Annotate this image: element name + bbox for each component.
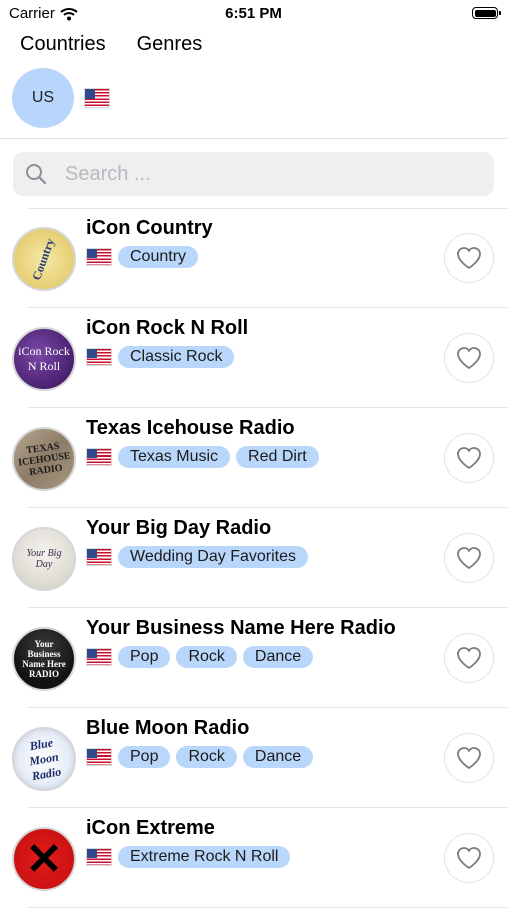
station-logo: Country <box>12 227 76 291</box>
station-meta: Texas Music Red Dirt <box>86 446 319 468</box>
station-logo-text: Country <box>29 236 58 282</box>
us-flag-icon <box>86 248 112 266</box>
station-row[interactable]: iCon Rock N Roll iCon Rock N Roll Classic … <box>0 308 507 408</box>
heart-icon <box>457 547 481 569</box>
station-logo: TEXAS ICEHOUSE RADIO <box>12 427 76 491</box>
favorite-button[interactable] <box>444 333 494 383</box>
station-name: iCon Rock N Roll <box>86 317 249 339</box>
genre-tag[interactable]: Dance <box>242 646 314 668</box>
station-meta: Country <box>86 246 199 268</box>
genre-tag[interactable]: Country <box>118 246 199 268</box>
station-logo-text: TEXAS ICEHOUSE RADIO <box>17 440 71 478</box>
favorite-button[interactable] <box>444 733 494 783</box>
station-row[interactable]: Your Business Name Here RADIO Your Busine… <box>0 608 507 708</box>
station-logo-text: Blue Moon Radio <box>28 734 63 783</box>
station-logo-text: iCon Rock N Roll <box>18 344 70 373</box>
country-chip-us[interactable]: US <box>12 68 74 128</box>
genre-tag[interactable]: Texas Music <box>118 446 231 468</box>
search-icon <box>26 164 47 185</box>
favorite-button[interactable] <box>444 433 494 483</box>
favorite-button[interactable] <box>444 833 494 883</box>
genre-tag[interactable]: Dance <box>242 746 314 768</box>
search-bar <box>13 152 494 196</box>
station-logo: Blue Moon Radio <box>12 727 76 791</box>
station-row[interactable]: TEXAS ICEHOUSE RADIO Texas Icehouse Radio… <box>0 408 507 508</box>
station-logo-text: Your Business Name Here RADIO <box>22 639 66 679</box>
station-name: Your Big Day Radio <box>86 517 272 539</box>
station-name: Blue Moon Radio <box>86 717 250 739</box>
genre-tag[interactable]: Wedding Day Favorites <box>118 546 308 568</box>
station-name: iCon Extreme <box>86 817 215 839</box>
divider <box>0 138 507 139</box>
heart-icon <box>457 847 481 869</box>
heart-icon <box>457 447 481 469</box>
heart-icon <box>457 247 481 269</box>
station-name: Texas Icehouse Radio <box>86 417 295 439</box>
station-row[interactable]: Blue Moon Radio Blue Moon Radio Pop Rock Dan… <box>0 708 507 808</box>
us-flag-icon <box>86 548 112 566</box>
station-meta: Pop Rock Dance <box>86 746 314 768</box>
battery-icon <box>472 7 501 19</box>
station-logo: Your Big Day <box>12 527 76 591</box>
station-meta: Pop Rock Dance <box>86 646 314 668</box>
station-meta: Wedding Day Favorites <box>86 546 308 568</box>
status-time: 6:51 PM <box>225 5 282 22</box>
genre-tag[interactable]: Pop <box>118 646 171 668</box>
heart-icon <box>457 647 481 669</box>
station-logo: ✕ <box>12 827 76 891</box>
us-flag-icon <box>86 448 112 466</box>
status-bar: Carrier 6:51 PM <box>0 0 507 28</box>
genre-tag[interactable]: Rock <box>176 746 237 768</box>
station-row[interactable]: Your Big Day Your Big Day Radio Wedding Da… <box>0 508 507 608</box>
station-row[interactable]: Country iCon Country Country <box>0 208 507 308</box>
favorite-button[interactable] <box>444 533 494 583</box>
favorite-button[interactable] <box>444 233 494 283</box>
station-logo: Your Business Name Here RADIO <box>12 627 76 691</box>
station-logo-text: Your Big Day <box>26 548 62 570</box>
heart-icon <box>457 747 481 769</box>
station-meta: Classic Rock <box>86 346 235 368</box>
station-row[interactable]: ✕ iCon Extreme Extreme Rock N Roll <box>0 808 507 908</box>
genre-tag[interactable]: Rock <box>176 646 237 668</box>
us-flag-icon <box>86 848 112 866</box>
genre-tag[interactable]: Extreme Rock N Roll <box>118 846 291 868</box>
station-meta: Extreme Rock N Roll <box>86 846 291 868</box>
genre-tag[interactable]: Pop <box>118 746 171 768</box>
us-flag-icon <box>86 348 112 366</box>
category-tabs: Countries Genres <box>20 33 202 56</box>
search-input[interactable] <box>65 152 475 196</box>
tab-countries[interactable]: Countries <box>20 33 106 56</box>
us-flag-icon <box>86 748 112 766</box>
favorite-button[interactable] <box>444 633 494 683</box>
station-name: iCon Country <box>86 217 213 239</box>
us-flag-icon <box>86 648 112 666</box>
genre-tag[interactable]: Classic Rock <box>118 346 235 368</box>
tab-genres[interactable]: Genres <box>137 33 203 56</box>
station-name: Your Business Name Here Radio <box>86 617 396 639</box>
heart-icon <box>457 347 481 369</box>
us-flag-icon[interactable] <box>84 88 110 108</box>
country-filter-row: US <box>12 68 110 128</box>
x-mark-icon: ✕ <box>25 834 63 884</box>
station-logo: iCon Rock N Roll <box>12 327 76 391</box>
genre-tag[interactable]: Red Dirt <box>236 446 319 468</box>
